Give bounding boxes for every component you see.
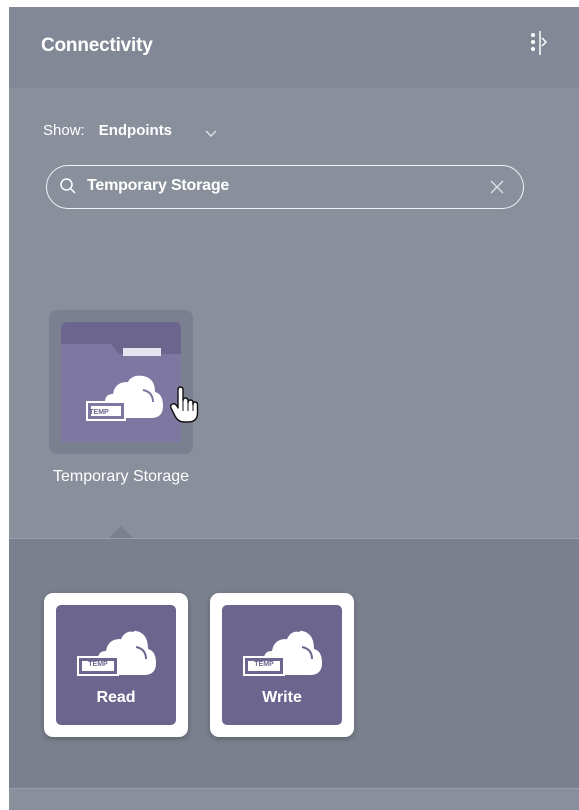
- search-box[interactable]: [46, 165, 524, 209]
- endpoint-label: Temporary Storage: [52, 468, 190, 485]
- action-card-write[interactable]: TEMP Write: [210, 593, 354, 737]
- action-label-write: Write: [262, 689, 302, 706]
- bottom-bar: [9, 788, 579, 810]
- action-tile-read: TEMP Read: [56, 605, 176, 725]
- search-input[interactable]: [87, 174, 477, 198]
- show-label: Show:: [43, 121, 85, 139]
- close-icon[interactable]: [489, 179, 505, 195]
- temp-cloud-icon: [242, 621, 322, 681]
- connectivity-panel: Connectivity Show: Endpoints Temporary S…: [9, 7, 579, 810]
- temp-cloud-icon: [76, 621, 156, 681]
- search-icon: [59, 177, 77, 195]
- action-label-read: Read: [96, 689, 136, 706]
- collapse-panel-icon[interactable]: [527, 28, 551, 58]
- temp-badge-text: TEMP: [89, 409, 109, 416]
- hand-cursor-icon: [169, 386, 199, 424]
- show-filter-dropdown[interactable]: Show: Endpoints: [43, 118, 218, 142]
- divider: [9, 538, 579, 539]
- endpoint-tile-temporary-storage[interactable]: [49, 310, 193, 454]
- action-card-read[interactable]: TEMP Read: [44, 593, 188, 737]
- selection-pointer: [109, 526, 133, 538]
- temp-storage-folder-icon: [61, 322, 181, 442]
- temp-badge-text: TEMP: [88, 661, 108, 668]
- show-selected-value[interactable]: Endpoints: [99, 122, 172, 139]
- action-tile-write: TEMP Write: [222, 605, 342, 725]
- panel-header: Connectivity: [9, 7, 579, 88]
- temp-badge-text: TEMP: [254, 661, 274, 668]
- panel-title: Connectivity: [41, 35, 153, 56]
- chevron-down-icon[interactable]: [204, 125, 218, 137]
